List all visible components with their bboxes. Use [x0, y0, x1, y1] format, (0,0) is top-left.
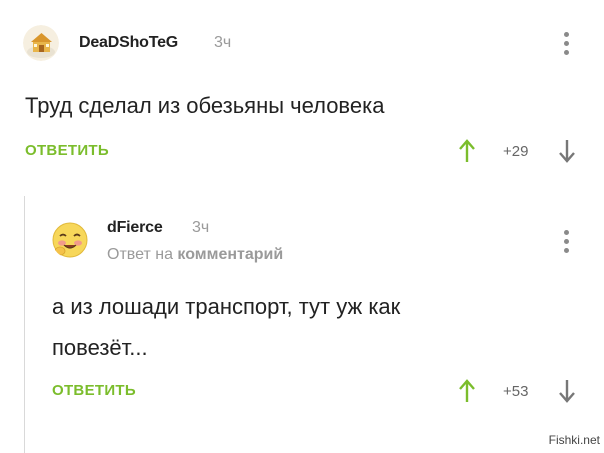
- reply-username[interactable]: dFierce: [107, 219, 163, 237]
- downvote-icon[interactable]: [557, 138, 577, 164]
- reply-menu-button[interactable]: [560, 230, 572, 258]
- watermark: Fishki.net: [548, 433, 600, 447]
- comment-time: 3ч: [214, 34, 232, 51]
- comments-page: DeaDShoTeG 3ч Труд сделал из обезьяны че…: [0, 0, 604, 453]
- reply-to-link[interactable]: комментарий: [177, 246, 283, 263]
- reply-avatar[interactable]: [52, 222, 88, 258]
- commenter-username[interactable]: DeaDShoTeG: [79, 34, 178, 52]
- reply-upvote-icon[interactable]: [457, 378, 477, 404]
- reply-text-line-2: повезёт...: [52, 335, 148, 360]
- comment-text: Труд сделал из обезьяны человека: [25, 93, 385, 118]
- reply-reply-button[interactable]: ОТВЕТИТЬ: [52, 382, 136, 399]
- house-avatar-icon: [23, 25, 59, 61]
- smiley-avatar-icon: [52, 222, 88, 258]
- reply-time: 3ч: [192, 219, 210, 236]
- upvote-icon[interactable]: [457, 138, 477, 164]
- thread-line: [24, 196, 25, 453]
- reply-button[interactable]: ОТВЕТИТЬ: [25, 142, 109, 159]
- reply-text-line-1: а из лошади транспорт, тут уж как: [52, 294, 401, 319]
- comment-rating: +29: [503, 143, 529, 160]
- reply-rating: +53: [503, 383, 529, 400]
- reply-to-line: Ответ на комментарий: [107, 246, 283, 264]
- reply-downvote-icon[interactable]: [557, 378, 577, 404]
- reply-to-prefix: Ответ на: [107, 246, 173, 263]
- comment-menu-button[interactable]: [560, 32, 572, 60]
- commenter-avatar[interactable]: [23, 25, 59, 61]
